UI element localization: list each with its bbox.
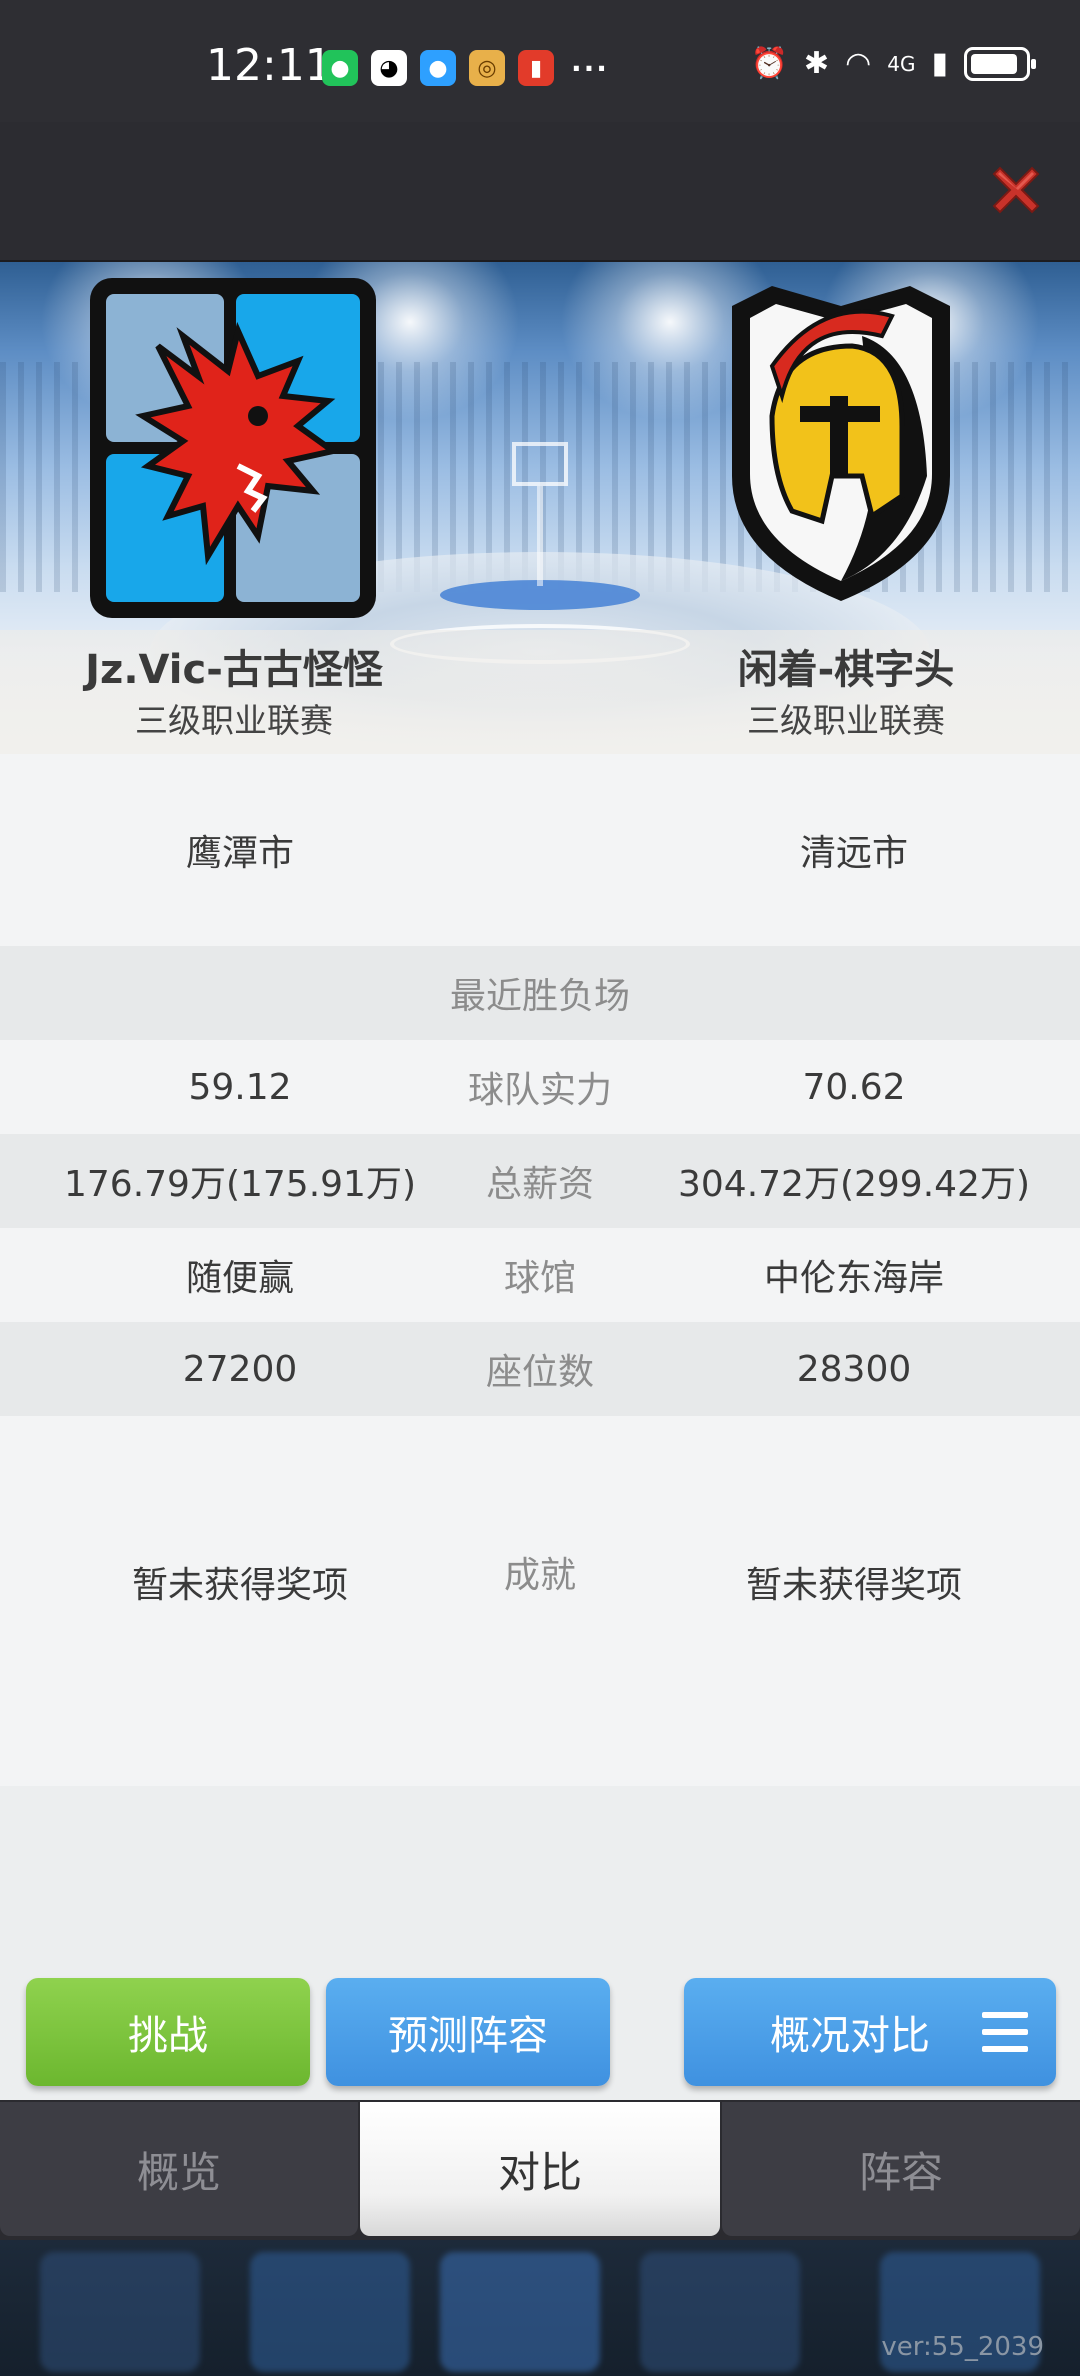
close-icon[interactable] bbox=[984, 158, 1048, 222]
strength-row: 59.12 球队实力 70.62 bbox=[0, 1040, 1080, 1134]
tab-compare[interactable]: 对比 bbox=[360, 2102, 720, 2236]
achievement-label: 成就 bbox=[503, 1555, 576, 1596]
tab-overview[interactable]: 概览 bbox=[0, 2102, 358, 2236]
left-salary: 176.79万(175.91万) bbox=[63, 1164, 417, 1205]
team-banner: Jz.Vic-古古怪怪 三级职业联赛 闲着-棋字头 三级职业联赛 bbox=[0, 262, 1080, 754]
alarm-icon: ⏰ bbox=[750, 46, 788, 81]
nav-item bbox=[440, 2252, 600, 2372]
arena-label: 球馆 bbox=[503, 1258, 576, 1299]
salary-label: 总薪资 bbox=[485, 1164, 594, 1205]
system-icons: ⏰ ✱ ◠ 4G ▮ bbox=[750, 46, 1036, 81]
battery-icon bbox=[964, 46, 1036, 81]
overview-compare-button[interactable]: 概况对比 bbox=[684, 1978, 1056, 2086]
bottom-nav: ver:55_2039 bbox=[0, 2240, 1080, 2376]
bluetooth-icon: ✱ bbox=[803, 46, 830, 81]
notification-icons: ● ◕ ● ◎ ▮ ··· bbox=[322, 50, 609, 86]
dialog-header bbox=[0, 122, 1080, 262]
status-time: 12:11 bbox=[206, 40, 333, 91]
ting-icon: ▮ bbox=[518, 50, 554, 86]
right-team-name[interactable]: 闲着-棋字头 bbox=[646, 637, 1046, 695]
nav-item bbox=[250, 2252, 410, 2372]
nav-item bbox=[40, 2252, 200, 2372]
backboard bbox=[512, 442, 568, 486]
tab-lineup[interactable]: 阵容 bbox=[722, 2102, 1080, 2236]
seats-label: 座位数 bbox=[485, 1352, 594, 1393]
more-notifications-icon: ··· bbox=[571, 51, 609, 85]
recent-record-label: 最近胜负场 bbox=[449, 976, 630, 1017]
nav-item bbox=[640, 2252, 800, 2372]
status-bar: 12:11 ● ◕ ● ◎ ▮ ··· ⏰ ✱ ◠ 4G ▮ bbox=[0, 0, 1080, 122]
left-seats: 27200 bbox=[182, 1348, 298, 1390]
left-strength: 59.12 bbox=[188, 1066, 292, 1108]
box-icon: ◎ bbox=[469, 50, 505, 86]
comparison-table: 鹰潭市 清远市 最近胜负场 59.12 球队实力 70.62 176.79万(1… bbox=[0, 754, 1080, 2100]
right-salary: 304.72万(299.42万) bbox=[677, 1164, 1031, 1205]
challenge-button[interactable]: 挑战 bbox=[26, 1978, 310, 2086]
signal-icon: ▮ bbox=[931, 46, 948, 81]
wechat-icon: ● bbox=[322, 50, 358, 86]
right-arena: 中伦东海岸 bbox=[763, 1258, 944, 1299]
qq-icon: ◕ bbox=[371, 50, 407, 86]
right-achievement: 暂未获得奖项 bbox=[745, 1565, 962, 1606]
message-icon: ● bbox=[420, 50, 456, 86]
seats-row: 27200 座位数 28300 bbox=[0, 1322, 1080, 1416]
achievement-row: 暂未获得奖项 成就 暂未获得奖项 bbox=[0, 1416, 1080, 1786]
menu-icon[interactable] bbox=[982, 2012, 1028, 2052]
right-city: 清远市 bbox=[799, 833, 908, 874]
spartan-logo-icon[interactable] bbox=[712, 276, 970, 606]
right-strength: 70.62 bbox=[802, 1066, 906, 1108]
left-achievement: 暂未获得奖项 bbox=[131, 1565, 348, 1606]
wifi-icon: ◠ bbox=[845, 46, 872, 81]
strength-label: 球队实力 bbox=[467, 1070, 612, 1111]
overview-compare-label: 概况对比 bbox=[770, 2013, 930, 2059]
network-label: 4G bbox=[887, 51, 916, 76]
right-seats: 28300 bbox=[796, 1348, 912, 1390]
arena-row: 随便赢 球馆 中伦东海岸 bbox=[0, 1228, 1080, 1322]
hoop-pole bbox=[537, 486, 543, 586]
recent-record-row: 最近胜负场 bbox=[0, 946, 1080, 1040]
left-team-league: 三级职业联赛 bbox=[135, 701, 333, 740]
city-row: 鹰潭市 清远市 bbox=[0, 754, 1080, 946]
left-arena: 随便赢 bbox=[185, 1258, 294, 1299]
dragon-logo-icon[interactable] bbox=[88, 276, 378, 620]
left-team-name[interactable]: Jz.Vic-古古怪怪 bbox=[34, 637, 434, 695]
tab-bar: 概览 对比 阵容 bbox=[0, 2100, 1080, 2240]
right-team-league: 三级职业联赛 bbox=[747, 701, 945, 740]
predict-lineup-button[interactable]: 预测阵容 bbox=[326, 1978, 610, 2086]
salary-row: 176.79万(175.91万) 总薪资 304.72万(299.42万) bbox=[0, 1134, 1080, 1228]
version-label: ver:55_2039 bbox=[881, 2332, 1044, 2362]
left-city: 鹰潭市 bbox=[185, 833, 294, 874]
